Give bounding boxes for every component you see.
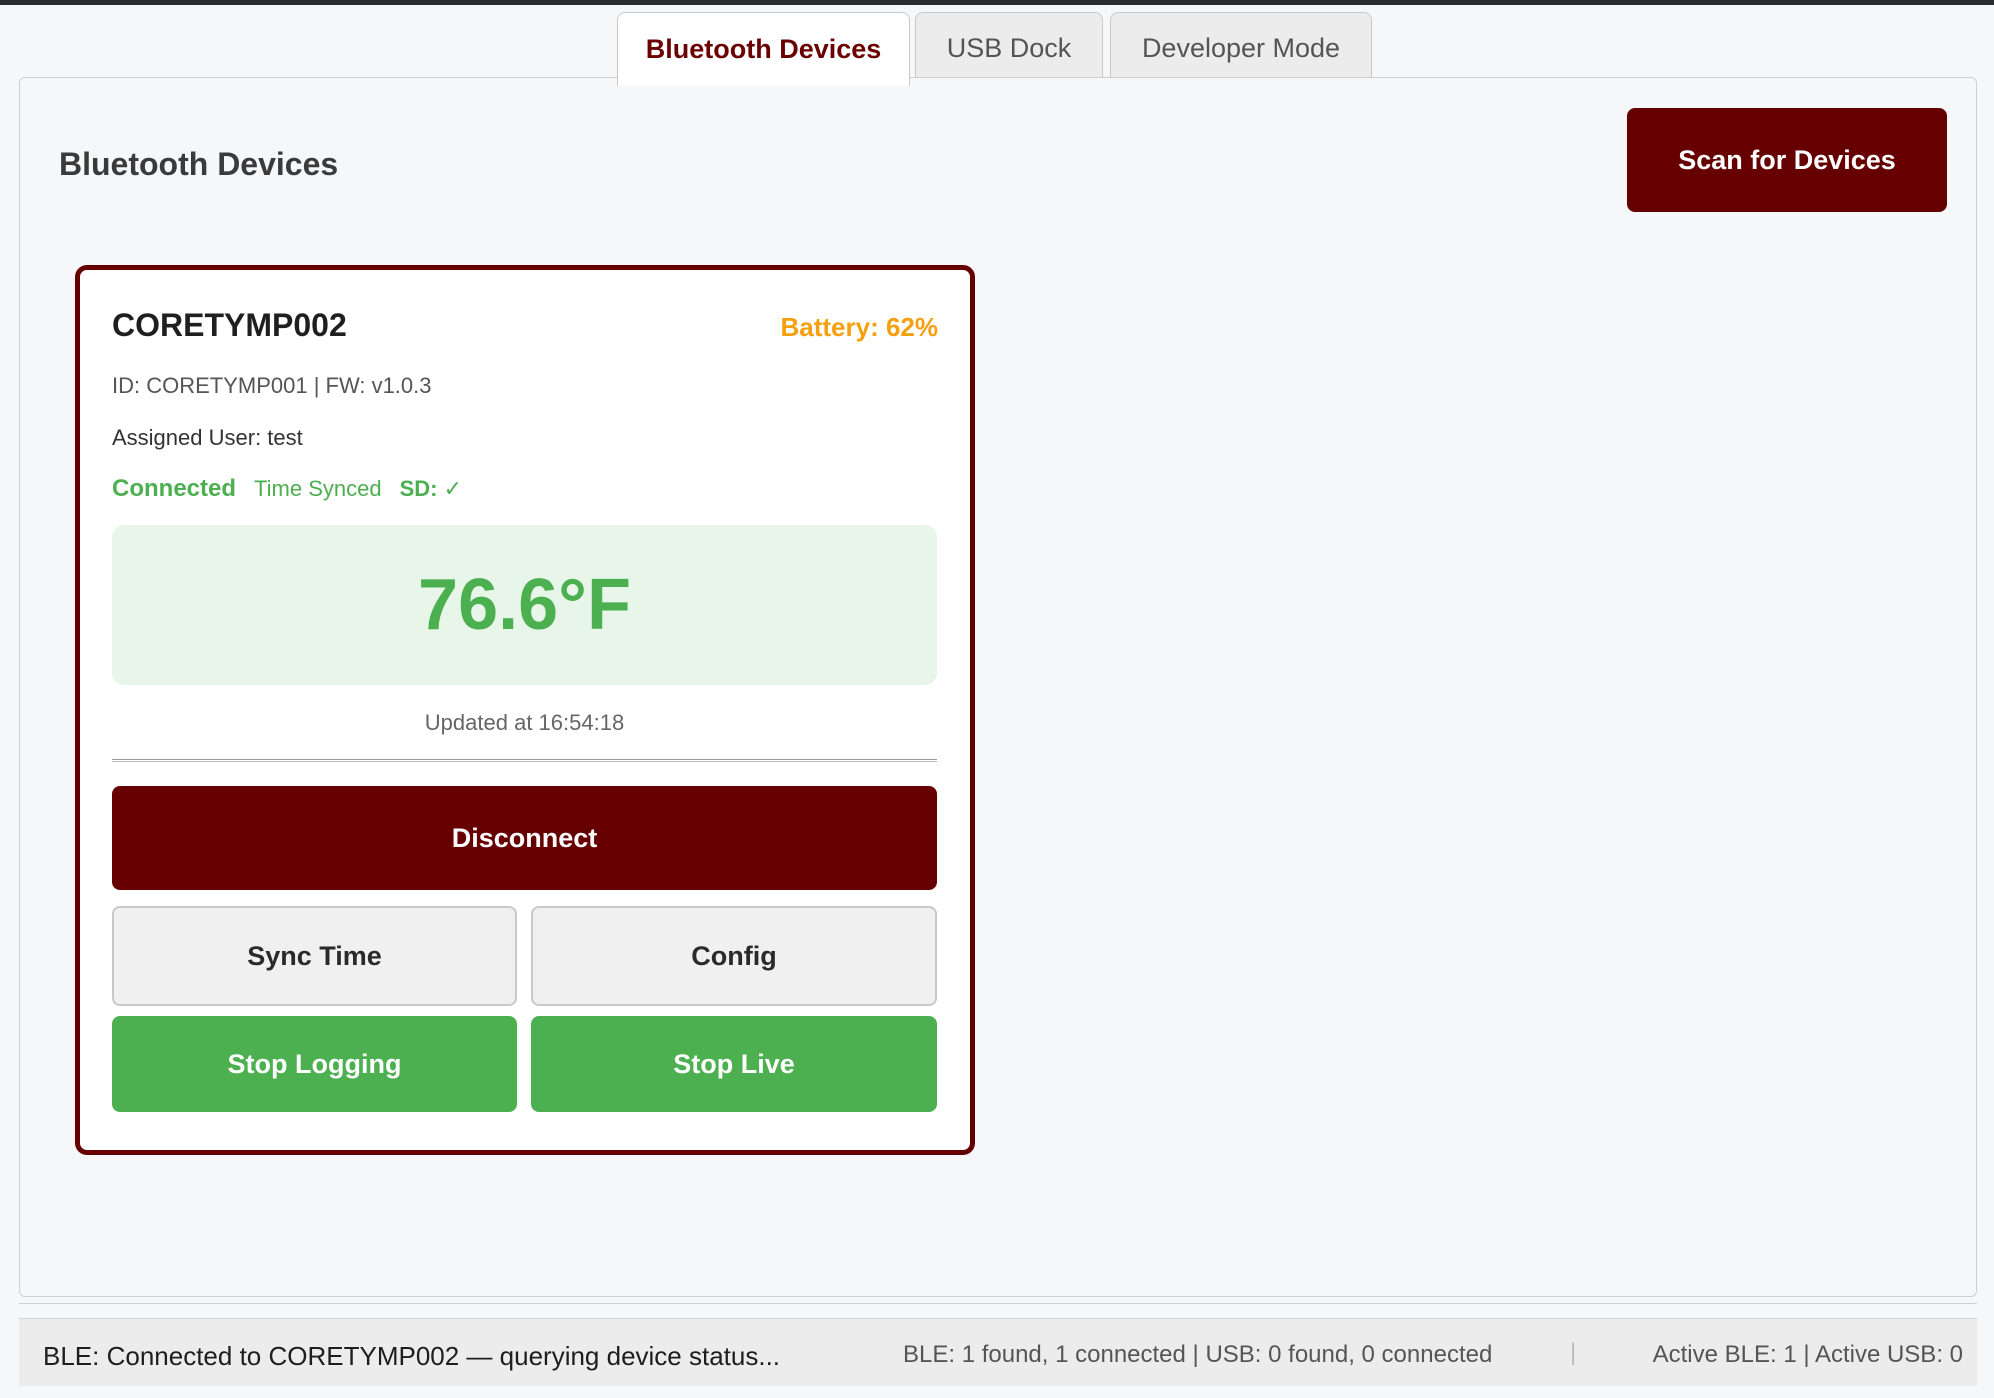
- active-connections: Active BLE: 1 | Active USB: 0: [1652, 1341, 1963, 1368]
- page-title: Bluetooth Devices: [59, 146, 339, 182]
- battery-status: Battery: 62%: [780, 312, 938, 342]
- assigned-user: Assigned User: test: [112, 425, 303, 450]
- statusbar-divider: [19, 1303, 1977, 1304]
- temperature-value: 76.6°F: [418, 565, 631, 645]
- tab-bar: Bluetooth Devices USB Dock Developer Mod…: [0, 12, 1994, 86]
- updated-timestamp: Updated at 16:54:18: [424, 710, 625, 735]
- tab-bluetooth-devices[interactable]: Bluetooth Devices: [617, 12, 910, 86]
- status-message: BLE: Connected to CORETYMP002 — querying…: [43, 1341, 781, 1371]
- device-card: CORETYMP002 Battery: 62% ID: CORETYMP001…: [75, 265, 975, 1155]
- time-synced-status: Time Synced: [254, 476, 382, 501]
- status-bar: BLE: Connected to CORETYMP002 — querying…: [19, 1318, 1977, 1386]
- stop-live-button[interactable]: Stop Live: [531, 1016, 937, 1112]
- device-name: CORETYMP002: [112, 307, 347, 343]
- connected-status: Connected: [112, 475, 237, 502]
- disconnect-button[interactable]: Disconnect: [112, 786, 937, 890]
- divider: [112, 759, 937, 762]
- scan-for-devices-button[interactable]: Scan for Devices: [1627, 108, 1947, 212]
- device-status-row: Connected Time Synced SD: ✓: [112, 475, 462, 503]
- sd-status: SD: ✓: [399, 476, 463, 501]
- bluetooth-devices-panel: Bluetooth Devices Scan for Devices CORET…: [19, 77, 1977, 1297]
- tab-developer-mode[interactable]: Developer Mode: [1110, 12, 1372, 84]
- app-window: Bluetooth Devices USB Dock Developer Mod…: [0, 5, 1994, 1398]
- sync-time-button[interactable]: Sync Time: [112, 906, 517, 1006]
- stop-logging-button[interactable]: Stop Logging: [112, 1016, 517, 1112]
- status-separator: |: [1570, 1339, 1577, 1366]
- temperature-display: 76.6°F: [112, 525, 937, 685]
- tab-usb-dock[interactable]: USB Dock: [915, 12, 1103, 84]
- device-id-firmware: ID: CORETYMP001 | FW: v1.0.3: [112, 373, 432, 398]
- config-button[interactable]: Config: [531, 906, 937, 1006]
- device-counts: BLE: 1 found, 1 connected | USB: 0 found…: [903, 1341, 1493, 1368]
